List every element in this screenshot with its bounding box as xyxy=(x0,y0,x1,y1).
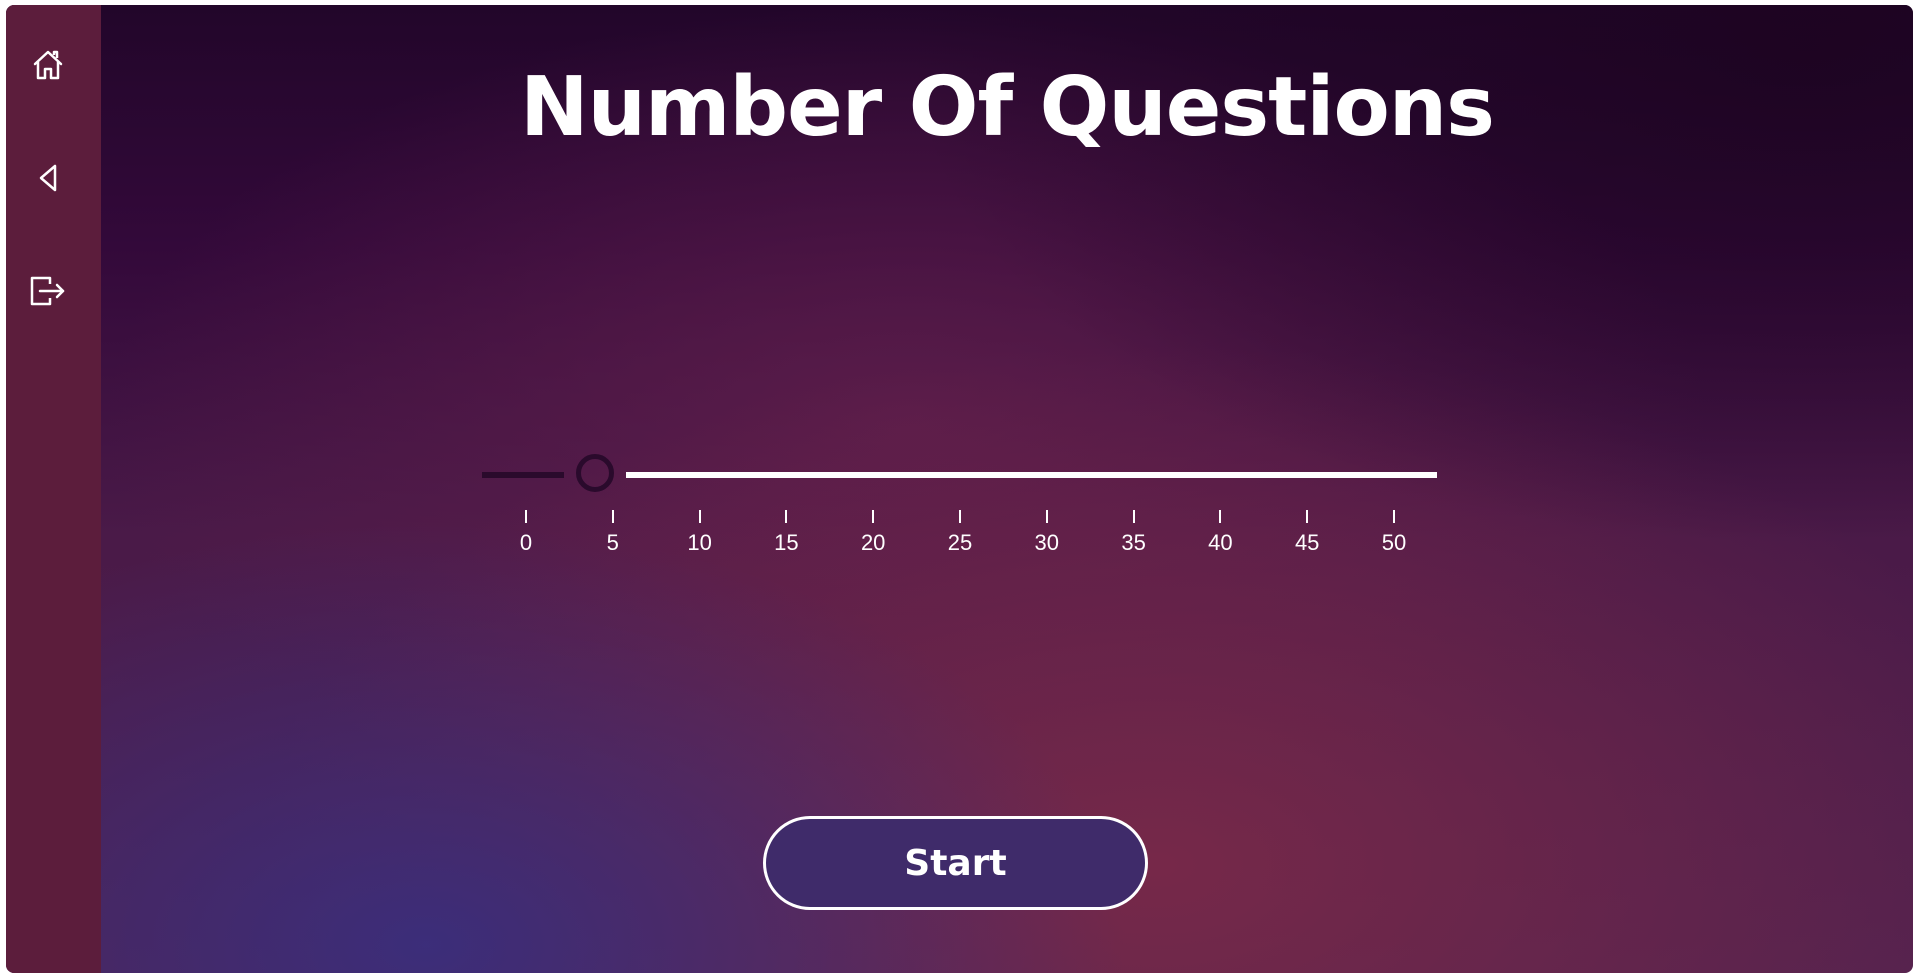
slider-tick-label: 45 xyxy=(1294,530,1320,555)
slider-track[interactable] xyxy=(626,472,1437,478)
slider-ticks: 0 5 10 15 20 25 30 35 40 45 50 xyxy=(0,510,1920,560)
slider-tick xyxy=(525,510,527,523)
slider-tick xyxy=(1045,510,1048,523)
slider-tick xyxy=(1132,510,1135,523)
slider-tick xyxy=(959,510,961,523)
home-button[interactable] xyxy=(28,45,68,85)
page-title: Number Of Questions xyxy=(519,60,1495,155)
home-icon xyxy=(33,50,63,80)
slider-tick-label: 0 xyxy=(519,530,533,555)
slider-tick xyxy=(1306,510,1309,523)
slider-tick xyxy=(698,510,701,523)
slider-tick-label: 50 xyxy=(1381,530,1407,555)
slider-thumb[interactable] xyxy=(576,454,615,492)
slider-tick-label: 40 xyxy=(1208,530,1233,555)
logout-button[interactable] xyxy=(28,271,68,311)
slider-tick-label: 5 xyxy=(606,530,619,555)
slider-tick-label: 35 xyxy=(1121,530,1146,555)
slider-tick-label: 15 xyxy=(774,530,799,555)
slider-tick-label: 10 xyxy=(687,530,712,555)
slider-tick xyxy=(1393,510,1395,523)
slider-tick xyxy=(1219,510,1222,523)
question-count-slider[interactable] xyxy=(482,451,1437,501)
back-arrow-icon xyxy=(39,164,57,192)
slider-tick-label: 25 xyxy=(947,530,973,555)
logout-icon xyxy=(30,276,65,306)
back-button[interactable] xyxy=(28,158,68,198)
sidebar xyxy=(6,5,101,973)
start-button[interactable]: Start xyxy=(763,816,1148,910)
slider-tick-label: 30 xyxy=(1034,530,1060,555)
slider-track-filled xyxy=(482,472,565,478)
slider-tick xyxy=(785,510,788,523)
slider-tick xyxy=(872,510,875,523)
slider-tick-label: 20 xyxy=(860,530,886,555)
slider-tick xyxy=(611,510,614,523)
